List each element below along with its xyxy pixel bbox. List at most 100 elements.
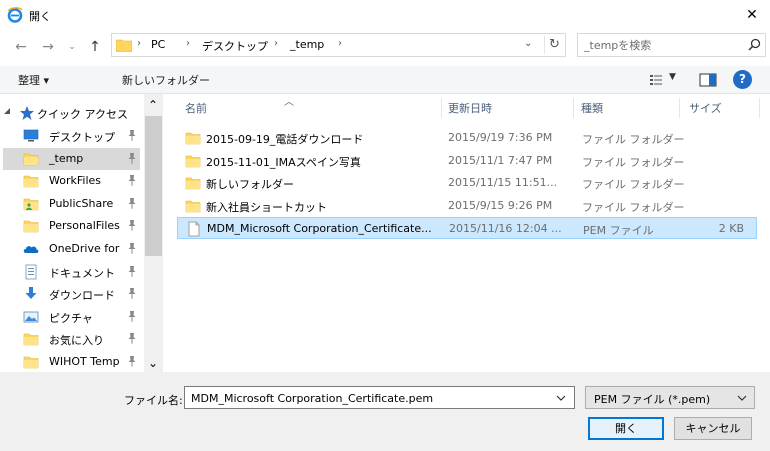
up-button[interactable]: ↑ (86, 38, 104, 56)
column-divider[interactable] (441, 98, 442, 118)
preview-pane-icon[interactable] (698, 71, 718, 89)
search-icon[interactable] (746, 37, 762, 53)
table-row[interactable]: 2015-09-19_電話ダウンロード 2015/9/19 7:36 PM ファイル… (177, 127, 757, 149)
file-type: ファイル フォルダー (582, 200, 685, 214)
chevron-down-icon: ⌄ (68, 42, 76, 52)
pin-icon[interactable] (127, 197, 137, 209)
close-icon: ✕ (746, 7, 758, 23)
sidebar-item-personalfiles[interactable]: PersonalFiles (3, 215, 140, 237)
sidebar-item-ドキュメント[interactable]: ドキュメント (3, 261, 140, 283)
documents-icon (25, 264, 37, 279)
sidebar-item-publicshare[interactable]: PublicShare (3, 193, 140, 215)
sidebar-item-onedrive-for[interactable]: OneDrive for (3, 238, 140, 260)
window-title: 開く (29, 10, 51, 23)
search-box[interactable] (577, 33, 766, 57)
search-input[interactable] (584, 37, 734, 53)
chevron-down-icon[interactable] (555, 392, 567, 404)
refresh-button[interactable]: ↻ (544, 36, 564, 54)
chevron-down-icon (737, 395, 747, 401)
column-header-name[interactable]: 名前 (185, 100, 207, 116)
pin-icon[interactable] (127, 332, 137, 345)
sidebar-item-お気に入り[interactable]: お気に入り (3, 328, 140, 350)
breadcrumb-temp[interactable]: _temp (290, 38, 324, 51)
pin-icon[interactable] (127, 355, 137, 367)
table-row[interactable]: 新しいフォルダー 2015/11/15 11:51... ファイル フォルダー (177, 172, 757, 194)
address-bar[interactable]: › PC › デスクトップ › _temp › ⌄ ↻ (111, 33, 566, 57)
file-icon (188, 221, 200, 237)
pin-icon[interactable] (127, 265, 137, 277)
public-folder-icon (23, 198, 39, 211)
details-view-icon (650, 75, 662, 85)
sidebar-item-label: PublicShare (49, 196, 114, 210)
pin-icon[interactable] (127, 310, 137, 322)
sidebar-item-デスクトップ[interactable]: デスクトップ (3, 125, 140, 147)
open-button[interactable]: 開く (588, 417, 664, 440)
folder-icon (23, 221, 39, 233)
table-row[interactable]: MDM_Microsoft Corporation_Certificate...… (177, 217, 757, 239)
sidebar-item-label: ドキュメント (49, 266, 115, 280)
star-icon (20, 106, 34, 120)
cancel-button[interactable]: キャンセル (674, 417, 752, 440)
pin-icon[interactable] (127, 174, 137, 187)
sidebar-item-label: _temp (49, 151, 84, 165)
sidebar-item-workfiles[interactable]: WorkFiles (3, 170, 140, 192)
filetype-select[interactable]: PEM ファイル (*.pem) (585, 386, 755, 409)
sidebar-item-wihot-temp[interactable]: WIHOT Temp (3, 351, 140, 373)
folder-icon (185, 177, 201, 190)
table-row[interactable]: 2015-11-01_IMAスペイン写真 2015/11/1 7:47 PM ファイ… (177, 150, 757, 172)
sidebar-item-label: ダウンロード (49, 289, 115, 303)
sidebar-item-_temp[interactable]: _temp (3, 147, 140, 170)
onedrive-icon (23, 246, 39, 253)
column-divider[interactable] (759, 98, 760, 118)
pin-icon[interactable] (127, 152, 137, 164)
file-modified: 2015/11/1 7:47 PM (448, 153, 553, 167)
column-header-size[interactable]: サイズ (689, 100, 722, 116)
scrollbar-thumb[interactable] (145, 116, 162, 256)
filename-combobox[interactable] (184, 386, 575, 409)
sidebar-item-ピクチャ[interactable]: ピクチャ (3, 306, 140, 328)
column-header-modified[interactable]: 更新日時 (448, 100, 492, 116)
breadcrumb-pc[interactable]: PC (151, 38, 165, 51)
help-button[interactable]: ? (733, 70, 752, 89)
table-row[interactable]: 新入社員ショートカット 2015/9/15 9:26 PM ファイル フォルダー (177, 195, 757, 217)
file-type: ファイル フォルダー (582, 133, 685, 146)
file-list: ︿ 名前 更新日時 種類 サイズ 2015-09-19_電話ダウンロード 2015… (163, 94, 770, 372)
file-modified: 2015/9/15 9:26 PM (448, 198, 553, 212)
breadcrumb-desktop[interactable]: デスクトップ (202, 38, 268, 54)
column-divider[interactable] (573, 98, 574, 118)
pin-icon[interactable] (127, 219, 137, 232)
file-type: ファイル フォルダー (582, 155, 685, 169)
change-view-button[interactable]: ▼ (649, 71, 683, 89)
filename-input[interactable] (191, 390, 551, 406)
pin-icon[interactable] (127, 242, 137, 254)
scroll-down-arrow-icon[interactable]: ⌄ (146, 356, 160, 370)
pin-icon[interactable] (127, 129, 137, 141)
organize-button[interactable]: 整理 ▾ (18, 72, 49, 88)
pin-icon[interactable] (127, 287, 137, 300)
sidebar-item-label: クイック アクセス (37, 108, 128, 121)
file-type: PEM ファイル (583, 224, 654, 237)
sidebar-item-label: WorkFiles (49, 174, 101, 188)
forward-button[interactable]: → (39, 38, 57, 56)
dialog-footer: ファイル名: PEM ファイル (*.pem) 開く キャンセル (0, 372, 770, 451)
close-button[interactable]: ✕ (738, 4, 766, 26)
recent-locations-button[interactable]: ⌄ (63, 38, 81, 56)
sidebar-item-ダウンロード[interactable]: ダウンロード (3, 283, 140, 305)
command-bar: 整理 ▾ 新しいフォルダー ▼ ? (0, 66, 770, 94)
chevron-right-icon: › (338, 38, 342, 49)
sort-ascending-icon: ︿ (284, 97, 294, 108)
scroll-up-arrow-icon[interactable]: ⌃ (146, 98, 160, 112)
address-dropdown-button[interactable]: ⌄ (524, 38, 532, 49)
navigation-pane: クイック アクセス デスクトップ _temp WorkFiles PublicShar… (0, 94, 163, 372)
back-button[interactable]: ← (12, 38, 30, 56)
new-folder-button[interactable]: 新しいフォルダー (122, 72, 210, 88)
folder-icon (23, 356, 39, 369)
column-divider[interactable] (679, 98, 680, 118)
sidebar-item-label: PersonalFiles (49, 219, 120, 233)
file-size: 2 KB (718, 222, 744, 235)
sidebar-item-quick-access[interactable]: クイック アクセス (3, 102, 140, 124)
column-header-type[interactable]: 種類 (581, 100, 603, 116)
folder-icon (185, 155, 201, 167)
folder-icon (23, 153, 39, 165)
nav-scrollbar[interactable]: ⌃ ⌄ (144, 94, 163, 372)
